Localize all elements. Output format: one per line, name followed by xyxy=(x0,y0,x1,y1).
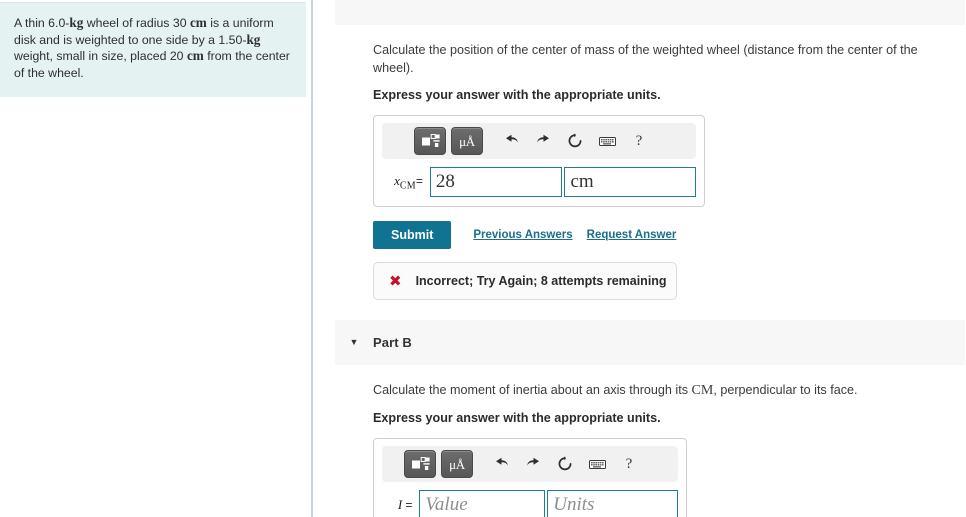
part-a-equals: = xyxy=(415,173,423,188)
circular-arrow-reset-icon xyxy=(558,456,572,471)
problem-text: A thin 6.0-kg wheel of radius 30 cm is a… xyxy=(14,15,292,81)
keyboard-icon xyxy=(598,136,616,146)
part-a-var-sub: CM xyxy=(399,180,416,192)
undo-arrow-icon xyxy=(505,134,518,143)
part-a-feedback-text: Incorrect; Try Again; 8 attempts remaini… xyxy=(415,274,667,289)
problem-seg-6: weight, small in size, placed 20 xyxy=(14,49,187,63)
problem-unit-kg-1: kg xyxy=(69,15,84,30)
redo-arrow-icon xyxy=(536,134,549,143)
part-a-body: Calculate the position of the center of … xyxy=(313,41,966,301)
keyboard-icon xyxy=(588,459,606,469)
part-a-question: Calculate the position of the center of … xyxy=(373,43,918,75)
part-a-feedback-banner: ✖ Incorrect; Try Again; 8 attempts remai… xyxy=(373,262,677,301)
part-b-instruction: Express your answer with the appropriate… xyxy=(373,411,661,426)
part-b-body: Calculate the moment of inertia about an… xyxy=(313,381,966,517)
problem-unit-cm-2: cm xyxy=(186,48,204,63)
problem-seg-0: A thin 6.0- xyxy=(14,16,70,30)
part-b-equals: = xyxy=(405,498,413,513)
part-b-header[interactable]: ▼ Part B xyxy=(335,320,965,366)
part-a-field-row: xCM= 28 cm xyxy=(382,167,697,197)
problem-statement-pane: A thin 6.0-kg wheel of radius 30 cm is a… xyxy=(0,0,313,517)
answer-pane: ▼ Part A Calculate the position of the c… xyxy=(313,0,966,517)
part-b-field-label: I = xyxy=(382,497,419,513)
undo-icon-a[interactable] xyxy=(496,128,526,154)
request-answer-link-a[interactable]: Request Answer xyxy=(587,229,677,241)
submit-button-a[interactable]: Submit xyxy=(373,221,452,250)
part-b-title: Part B xyxy=(373,335,412,351)
part-b-question: Calculate the moment of inertia about an… xyxy=(373,381,946,400)
part-a-units-input[interactable]: cm xyxy=(564,167,697,197)
part-b-value-input[interactable]: Value xyxy=(419,490,546,517)
part-a-toolbar: μÅ ? xyxy=(382,123,696,159)
previous-answers-link-a[interactable]: Previous Answers xyxy=(473,229,572,241)
part-b-field-row: I = Value Units xyxy=(382,490,678,517)
problem-unit-cm-1: cm xyxy=(189,15,207,30)
template-icon xyxy=(411,456,430,470)
part-a-header[interactable]: ▼ Part A xyxy=(335,0,965,25)
incorrect-x-icon: ✖ xyxy=(389,271,402,290)
redo-icon-a[interactable] xyxy=(528,128,558,154)
part-a-instruction: Express your answer with the appropriate… xyxy=(373,88,661,102)
part-b-question-b: , perpendicular to its face. xyxy=(713,383,858,398)
part-a-title: Part A xyxy=(373,0,411,3)
chevron-down-icon-part-b[interactable]: ▼ xyxy=(343,338,365,347)
problem-card: A thin 6.0-kg wheel of radius 30 cm is a… xyxy=(0,2,306,97)
problem-seg-2: wheel of radius 30 xyxy=(83,16,190,30)
reset-icon-a[interactable] xyxy=(560,128,590,154)
redo-icon-b[interactable] xyxy=(518,451,548,477)
keyboard-icon-b[interactable] xyxy=(582,451,612,477)
part-a-answer-widget: μÅ ? xCM= 28 cm xyxy=(373,115,705,207)
units-icon-button-b[interactable]: μÅ xyxy=(441,450,473,479)
help-icon-a[interactable]: ? xyxy=(624,128,654,154)
template-icon-button-a[interactable] xyxy=(414,127,446,155)
part-b-units-input[interactable]: Units xyxy=(547,490,678,517)
template-icon xyxy=(421,133,440,147)
part-b-var: I xyxy=(397,497,403,513)
undo-arrow-icon xyxy=(495,458,508,466)
part-b-question-math: CM xyxy=(691,383,714,399)
part-b-answer-widget: μÅ ? I = Value Units xyxy=(373,438,687,517)
part-a-field-label: xCM= xyxy=(382,173,430,192)
help-icon-b[interactable]: ? xyxy=(614,451,644,477)
micro-angstrom-icon: μÅ xyxy=(449,456,465,472)
part-b-question-a: Calculate the moment of inertia about an… xyxy=(373,383,692,398)
part-a-value-input[interactable]: 28 xyxy=(429,167,563,197)
keyboard-icon-a[interactable] xyxy=(592,128,622,154)
part-b-toolbar: μÅ ? xyxy=(382,446,678,483)
problem-unit-kg-2: kg xyxy=(246,31,261,47)
circular-arrow-reset-icon xyxy=(568,133,582,148)
micro-angstrom-icon: μÅ xyxy=(459,133,475,149)
mastering-physics-page: A thin 6.0-kg wheel of radius 30 cm is a… xyxy=(0,0,966,517)
redo-arrow-icon xyxy=(526,458,539,466)
part-a-submit-row: Submit Previous Answers Request Answer xyxy=(373,221,946,250)
reset-icon-b[interactable] xyxy=(550,451,580,477)
undo-icon-b[interactable] xyxy=(486,451,516,477)
template-icon-button-b[interactable] xyxy=(404,450,436,479)
units-icon-button-a[interactable]: μÅ xyxy=(451,127,483,155)
